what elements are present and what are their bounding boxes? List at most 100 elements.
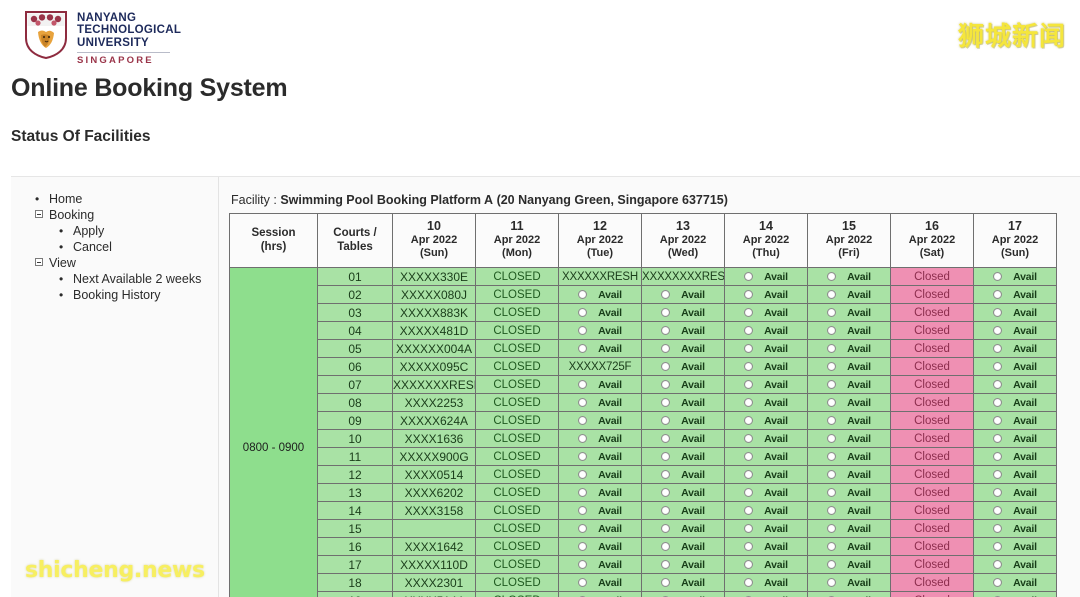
- slot-available-cell[interactable]: Avail: [973, 519, 1057, 538]
- availability-slot[interactable]: Avail: [809, 395, 890, 411]
- availability-slot[interactable]: Avail: [560, 287, 641, 303]
- slot-available-cell[interactable]: Avail: [973, 321, 1057, 340]
- availability-slot[interactable]: Avail: [726, 485, 807, 501]
- availability-slot[interactable]: Avail: [643, 377, 724, 393]
- sidebar-item-view[interactable]: View: [11, 255, 218, 271]
- slot-radio-button[interactable]: [993, 308, 1003, 317]
- slot-radio-button[interactable]: [578, 308, 588, 317]
- slot-radio-button[interactable]: [661, 398, 671, 407]
- slot-radio-button[interactable]: [578, 344, 588, 353]
- availability-slot[interactable]: Avail: [643, 395, 724, 411]
- availability-slot[interactable]: Avail: [809, 287, 890, 303]
- availability-slot[interactable]: Avail: [560, 431, 641, 447]
- availability-slot[interactable]: Avail: [560, 377, 641, 393]
- slot-available-cell[interactable]: Avail: [641, 483, 725, 502]
- availability-slot[interactable]: Avail: [975, 467, 1056, 483]
- availability-slot[interactable]: Avail: [726, 323, 807, 339]
- slot-available-cell[interactable]: Avail: [807, 393, 891, 412]
- slot-available-cell[interactable]: Avail: [641, 465, 725, 484]
- availability-slot[interactable]: Avail: [975, 323, 1056, 339]
- slot-radio-button[interactable]: [578, 524, 588, 533]
- availability-slot[interactable]: Avail: [809, 485, 890, 501]
- availability-slot[interactable]: Avail: [975, 341, 1056, 357]
- slot-available-cell[interactable]: Avail: [807, 429, 891, 448]
- slot-available-cell[interactable]: Avail: [558, 591, 642, 597]
- slot-available-cell[interactable]: Avail: [973, 483, 1057, 502]
- availability-slot[interactable]: Avail: [560, 449, 641, 465]
- slot-available-cell[interactable]: Avail: [558, 555, 642, 574]
- slot-available-cell[interactable]: Avail: [724, 393, 808, 412]
- slot-available-cell[interactable]: Avail: [807, 483, 891, 502]
- availability-slot[interactable]: Avail: [560, 395, 641, 411]
- slot-available-cell[interactable]: Avail: [973, 357, 1057, 376]
- slot-radio-button[interactable]: [661, 524, 671, 533]
- availability-slot[interactable]: Avail: [809, 323, 890, 339]
- availability-slot[interactable]: Avail: [643, 521, 724, 537]
- slot-radio-button[interactable]: [744, 272, 754, 281]
- slot-radio-button[interactable]: [578, 578, 588, 587]
- slot-available-cell[interactable]: Avail: [558, 447, 642, 466]
- slot-radio-button[interactable]: [744, 344, 754, 353]
- availability-slot[interactable]: Avail: [560, 539, 641, 555]
- slot-radio-button[interactable]: [744, 524, 754, 533]
- slot-radio-button[interactable]: [827, 362, 837, 371]
- slot-radio-button[interactable]: [661, 416, 671, 425]
- slot-radio-button[interactable]: [744, 326, 754, 335]
- slot-radio-button[interactable]: [827, 416, 837, 425]
- slot-available-cell[interactable]: Avail: [973, 429, 1057, 448]
- slot-available-cell[interactable]: Avail: [724, 303, 808, 322]
- slot-radio-button[interactable]: [744, 416, 754, 425]
- slot-available-cell[interactable]: Avail: [973, 537, 1057, 556]
- availability-slot[interactable]: Avail: [560, 575, 641, 591]
- availability-slot[interactable]: Avail: [726, 593, 807, 597]
- slot-radio-button[interactable]: [661, 560, 671, 569]
- availability-slot[interactable]: Avail: [809, 413, 890, 429]
- slot-available-cell[interactable]: Avail: [558, 321, 642, 340]
- slot-radio-button[interactable]: [827, 326, 837, 335]
- availability-slot[interactable]: Avail: [560, 557, 641, 573]
- sidebar-item-cancel[interactable]: • Cancel: [11, 239, 218, 255]
- slot-radio-button[interactable]: [578, 434, 588, 443]
- slot-available-cell[interactable]: Avail: [724, 501, 808, 520]
- slot-available-cell[interactable]: Avail: [973, 573, 1057, 592]
- slot-available-cell[interactable]: Avail: [641, 501, 725, 520]
- slot-radio-button[interactable]: [744, 506, 754, 515]
- slot-radio-button[interactable]: [993, 506, 1003, 515]
- availability-slot[interactable]: Avail: [643, 287, 724, 303]
- slot-radio-button[interactable]: [993, 434, 1003, 443]
- slot-available-cell[interactable]: Avail: [807, 447, 891, 466]
- slot-available-cell[interactable]: Avail: [724, 537, 808, 556]
- slot-radio-button[interactable]: [744, 380, 754, 389]
- slot-radio-button[interactable]: [744, 398, 754, 407]
- availability-slot[interactable]: Avail: [726, 575, 807, 591]
- slot-radio-button[interactable]: [993, 326, 1003, 335]
- slot-radio-button[interactable]: [744, 290, 754, 299]
- slot-radio-button[interactable]: [661, 578, 671, 587]
- slot-available-cell[interactable]: Avail: [641, 447, 725, 466]
- availability-slot[interactable]: Avail: [809, 503, 890, 519]
- availability-slot[interactable]: Avail: [560, 305, 641, 321]
- availability-slot[interactable]: Avail: [726, 413, 807, 429]
- slot-available-cell[interactable]: Avail: [807, 501, 891, 520]
- availability-slot[interactable]: Avail: [975, 521, 1056, 537]
- slot-radio-button[interactable]: [993, 362, 1003, 371]
- availability-slot[interactable]: Avail: [975, 395, 1056, 411]
- slot-radio-button[interactable]: [661, 542, 671, 551]
- slot-available-cell[interactable]: Avail: [558, 501, 642, 520]
- slot-radio-button[interactable]: [578, 488, 588, 497]
- slot-radio-button[interactable]: [993, 416, 1003, 425]
- slot-radio-button[interactable]: [827, 452, 837, 461]
- tree-collapse-icon[interactable]: [35, 210, 45, 219]
- availability-slot[interactable]: Avail: [643, 575, 724, 591]
- sidebar-item-apply[interactable]: • Apply: [11, 223, 218, 239]
- availability-slot[interactable]: Avail: [643, 413, 724, 429]
- slot-radio-button[interactable]: [744, 452, 754, 461]
- availability-slot[interactable]: Avail: [560, 503, 641, 519]
- availability-slot[interactable]: Avail: [643, 503, 724, 519]
- availability-slot[interactable]: Avail: [643, 593, 724, 597]
- availability-slot[interactable]: Avail: [726, 287, 807, 303]
- availability-slot[interactable]: Avail: [560, 485, 641, 501]
- slot-available-cell[interactable]: Avail: [724, 321, 808, 340]
- availability-slot[interactable]: Avail: [726, 377, 807, 393]
- slot-radio-button[interactable]: [578, 416, 588, 425]
